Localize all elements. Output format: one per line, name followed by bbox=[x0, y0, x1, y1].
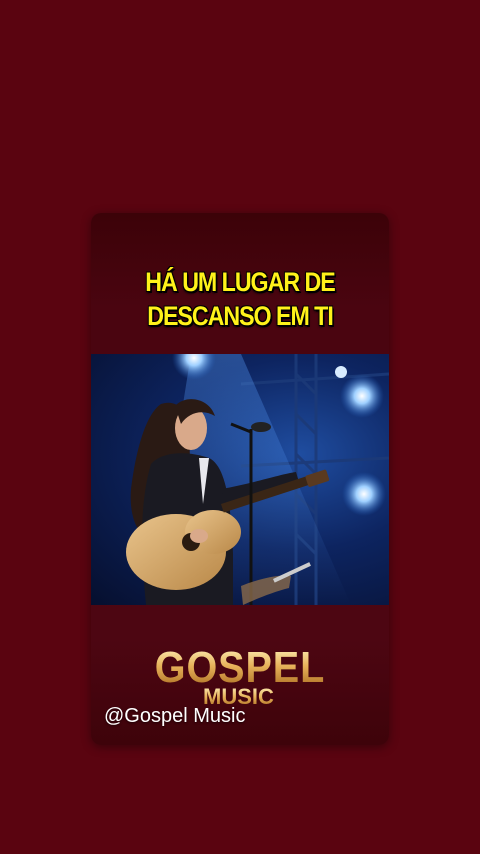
caption-line-1: HÁ UM LUGAR DE bbox=[145, 267, 335, 297]
gospel-music-logo: GOSPEL MUSIC bbox=[91, 646, 389, 708]
video-frame[interactable] bbox=[91, 354, 389, 605]
story-card[interactable]: HÁ UM LUGAR DE DESCANSO EM TI GOSPEL MUS… bbox=[91, 213, 389, 745]
caption-line-2: DESCANSO EM TI bbox=[147, 301, 334, 331]
screen: { "post": { "caption_line1": "HÁ UM LUGA… bbox=[0, 0, 480, 854]
performer-video-image bbox=[126, 354, 389, 605]
caption-text: HÁ UM LUGAR DE DESCANSO EM TI bbox=[112, 265, 368, 333]
account-handle[interactable]: @Gospel Music bbox=[104, 705, 245, 728]
